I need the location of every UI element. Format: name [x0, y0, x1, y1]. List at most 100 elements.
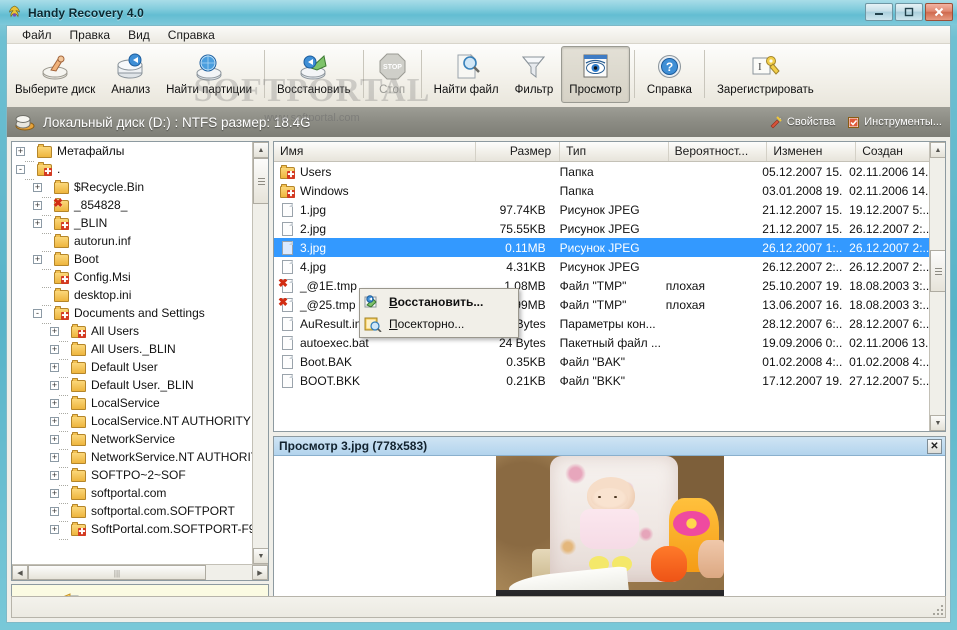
menu-help[interactable]: Справка	[159, 27, 224, 43]
tree-node[interactable]: + softportal.com	[12, 484, 253, 504]
cell-created: 19.12.2007 5:...	[849, 202, 930, 217]
list-scroll-down-button[interactable]: ▼	[930, 415, 945, 431]
tree-node[interactable]: ✚ Config.Msi	[12, 268, 253, 288]
tree-node[interactable]: + Boot	[12, 250, 253, 270]
tree-expand-toggle[interactable]: +	[50, 470, 59, 480]
list-scroll-thumb[interactable]	[930, 250, 945, 292]
tree-expand-toggle[interactable]: +	[50, 380, 59, 390]
tree-expand-toggle[interactable]: +	[33, 200, 42, 210]
toolbar-button-select-disk[interactable]: Выберите диск	[7, 46, 103, 103]
resize-grip[interactable]	[933, 605, 943, 615]
tree-node[interactable]: + LocalService	[12, 394, 253, 414]
context-menu-item-sector[interactable]: Посекторно...	[360, 313, 518, 335]
toolbar-button-filter[interactable]: Фильтр	[507, 46, 562, 103]
tree-expand-toggle[interactable]: +	[33, 218, 42, 228]
tree-node[interactable]: + NetworkService	[12, 430, 253, 450]
column-header[interactable]: Имя	[274, 142, 477, 161]
tree-node[interactable]: + ✚ _BLIN	[12, 214, 253, 234]
tree-node[interactable]: + ✖ _854828_	[12, 196, 253, 216]
tree-node[interactable]: + LocalService.NT AUTHORITY	[12, 412, 253, 432]
table-row[interactable]: Boot.BAK 0.35KB Файл "BAK" 01.02.2008 4:...…	[274, 352, 930, 371]
file-list-header[interactable]: Имя Размер Тип Вероятност... Изменен Создан	[274, 142, 945, 162]
tree-scroll-right-button[interactable]: ▶	[252, 565, 268, 580]
toolbar-button-register[interactable]: I Зарегистрировать	[709, 46, 822, 103]
folder-tree[interactable]: + Метафайлы - ✚. + $Recycle.Bin + ✖ _854828_ + ✚ _B…	[12, 142, 253, 547]
toolbar-button-find-file[interactable]: Найти файл	[426, 46, 507, 103]
tree-expand-toggle[interactable]: +	[50, 524, 59, 534]
tree-node[interactable]: - ✚.	[12, 160, 253, 180]
properties-button[interactable]: Свойства	[770, 115, 835, 129]
toolbar-button-find-partitions[interactable]: Найти партиции	[158, 46, 260, 103]
table-row[interactable]: ✚ Windows Папка 03.01.2008 19... 02.11.2006 …	[274, 181, 930, 200]
tree-node[interactable]: + $Recycle.Bin	[12, 178, 253, 198]
tree-expand-toggle[interactable]: +	[33, 182, 42, 192]
tree-node[interactable]: + Default User._BLIN	[12, 376, 253, 396]
tree-node[interactable]: + SOFTPO~2~SOF	[12, 466, 253, 486]
column-header[interactable]: Изменен	[767, 142, 857, 161]
tree-scroll-left-button[interactable]: ◀	[12, 565, 28, 580]
toolbar-button-recover[interactable]: Восстановить	[269, 46, 359, 103]
tree-connector	[59, 475, 69, 486]
tree-scroll-up-button[interactable]: ▲	[253, 142, 268, 158]
tree-scroll-down-button[interactable]: ▼	[253, 548, 268, 564]
maximize-button[interactable]	[895, 3, 923, 21]
toolbar-button-help[interactable]: ? Справка	[639, 46, 700, 103]
tree-collapse-toggle[interactable]: -	[33, 308, 42, 318]
file-list-panel[interactable]: Имя Размер Тип Вероятност... Изменен Создан ✚…	[273, 141, 946, 432]
context-menu[interactable]: Восстановить... Посекторно...	[359, 288, 519, 338]
preview-close-button[interactable]: ✕	[927, 439, 942, 454]
menu-edit[interactable]: Правка	[61, 27, 120, 43]
tree-expand-toggle[interactable]: +	[50, 506, 59, 516]
tree-expand-toggle[interactable]: +	[50, 326, 59, 336]
toolbar-button-preview[interactable]: Просмотр	[561, 46, 630, 103]
tree-expand-toggle[interactable]: +	[50, 452, 59, 462]
toolbar-label: Зарегистрировать	[716, 84, 814, 96]
tree-node[interactable]: + ✚ SoftPortal.com.SOFTPORT-F9	[12, 520, 253, 540]
context-menu-item-restore[interactable]: Восстановить...	[360, 291, 518, 313]
close-button[interactable]	[925, 3, 953, 21]
tree-horizontal-scrollbar[interactable]: ◀ ||| ▶	[12, 564, 268, 580]
tree-expand-toggle[interactable]: +	[50, 434, 59, 444]
column-header[interactable]: Размер	[476, 142, 561, 161]
folder-tree-panel[interactable]: + Метафайлы - ✚. + $Recycle.Bin + ✖ _854828_ + ✚ _B…	[11, 141, 269, 581]
tree-expand-toggle[interactable]: +	[50, 398, 59, 408]
table-row[interactable]: ✚ Users Папка 05.12.2007 15... 02.11.2006 14…	[274, 162, 930, 181]
tree-scroll-thumb[interactable]	[253, 158, 268, 204]
table-row[interactable]: 2.jpg 75.55KB Рисунок JPEG 21.12.2007 15...…	[274, 219, 930, 238]
tree-expand-toggle[interactable]: +	[50, 344, 59, 354]
tree-hscroll-thumb[interactable]: |||	[28, 565, 206, 580]
tree-expand-toggle[interactable]: +	[50, 416, 59, 426]
tree-node[interactable]: + NetworkService.NT AUTHORITY	[12, 448, 253, 468]
tree-node[interactable]: + Default User	[12, 358, 253, 378]
tree-node[interactable]: + All Users._BLIN	[12, 340, 253, 360]
tree-expand-toggle[interactable]: +	[16, 146, 25, 156]
tree-expand-toggle[interactable]: +	[33, 254, 42, 264]
tree-collapse-toggle[interactable]: -	[16, 164, 25, 174]
table-row[interactable]: 4.jpg 4.31KB Рисунок JPEG 26.12.2007 2:... 2…	[274, 257, 930, 276]
tree-vertical-scrollbar[interactable]: ▲ ▼	[252, 142, 268, 564]
column-header[interactable]: Вероятност...	[669, 142, 768, 161]
table-row[interactable]: 1.jpg 97.74KB Рисунок JPEG 21.12.2007 15...…	[274, 200, 930, 219]
tree-node[interactable]: autorun.inf	[12, 232, 253, 252]
toolbar-button-analyze[interactable]: Анализ	[103, 46, 158, 103]
table-row[interactable]: BOOT.BKK 0.21KB Файл "BKK" 17.12.2007 19...…	[274, 371, 930, 390]
tree-node[interactable]: - ✚ Documents and Settings	[12, 304, 253, 324]
table-row[interactable]: 3.jpg 0.11MB Рисунок JPEG 26.12.2007 1:... 2…	[274, 238, 930, 257]
list-scroll-up-button[interactable]: ▲	[930, 142, 945, 158]
minimize-button[interactable]	[865, 3, 893, 21]
toolbar-button-stop[interactable]: STOP Стоп	[368, 46, 417, 103]
list-vertical-scrollbar[interactable]: ▲ ▼	[929, 142, 945, 431]
tree-node[interactable]: + softportal.com.SOFTPORT	[12, 502, 253, 522]
tree-node[interactable]: + ✚ All Users	[12, 322, 253, 342]
tree-node[interactable]: desktop.ini	[12, 286, 253, 306]
tree-expand-toggle[interactable]: +	[50, 488, 59, 498]
tree-node[interactable]: + Метафайлы	[12, 142, 253, 162]
cell-type: Папка	[559, 183, 594, 198]
menu-file[interactable]: Файл	[13, 27, 61, 43]
tree-connector	[25, 151, 35, 162]
tree-expand-toggle[interactable]: +	[50, 362, 59, 372]
menu-view[interactable]: Вид	[119, 27, 159, 43]
tools-button[interactable]: Инструменты...	[847, 116, 942, 129]
column-header[interactable]: Тип	[560, 142, 669, 161]
folder-icon	[71, 432, 87, 446]
